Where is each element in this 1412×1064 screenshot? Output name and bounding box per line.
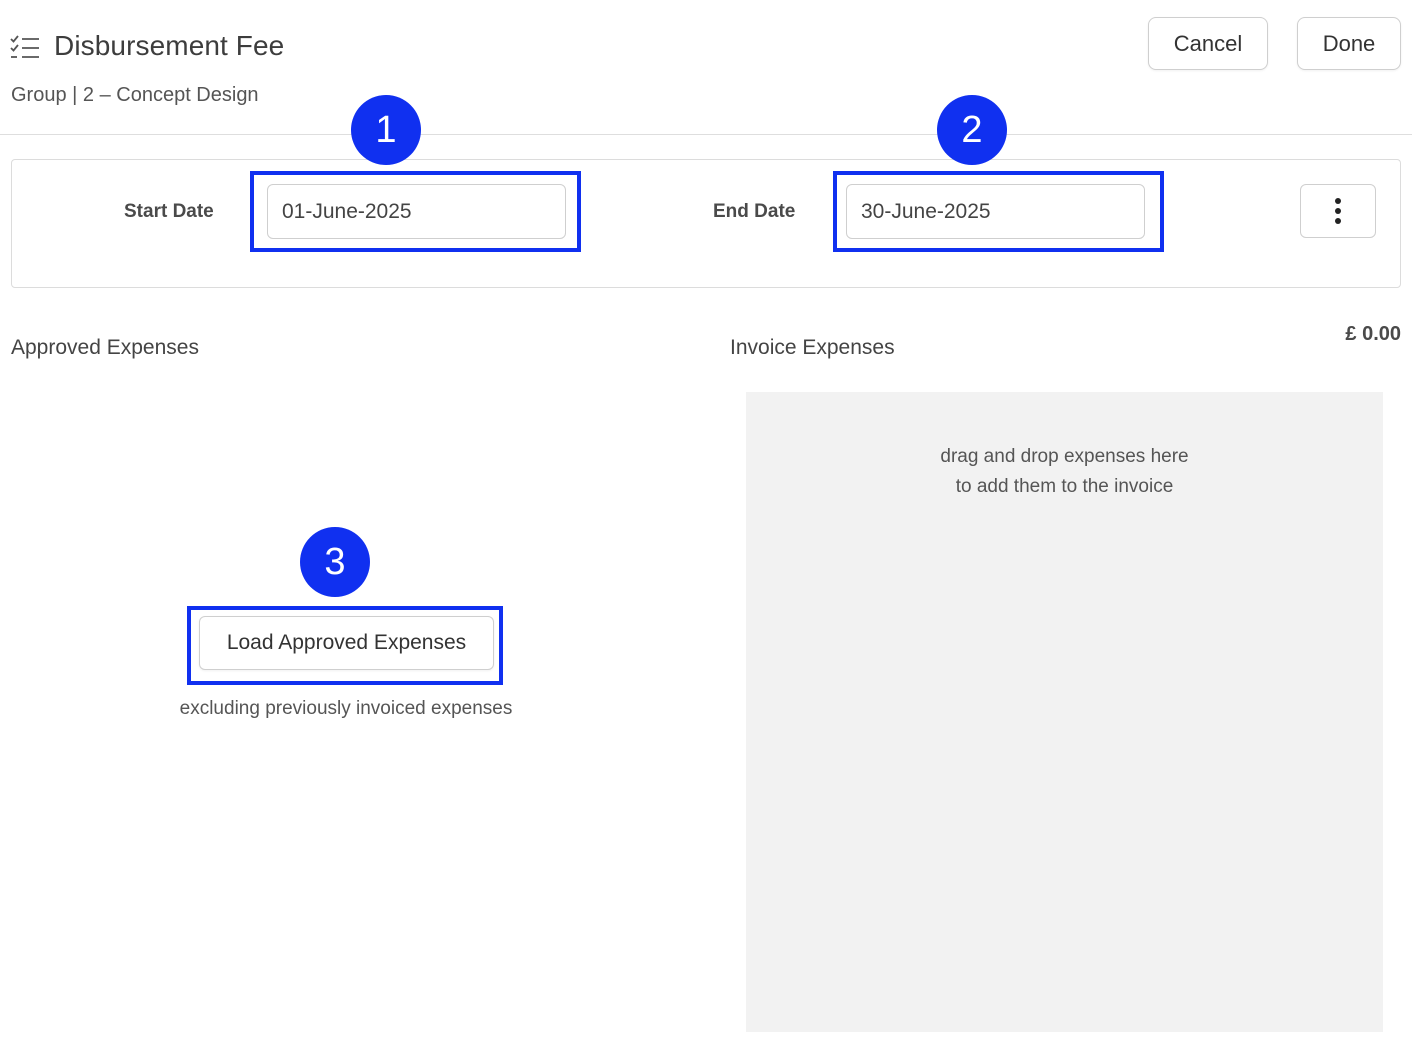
step-badge-2: 2	[937, 95, 1007, 165]
invoice-expenses-title: Invoice Expenses	[730, 336, 895, 359]
vertical-ellipsis-icon	[1335, 198, 1341, 204]
highlight-box-start-date	[250, 171, 581, 252]
page-header: Disbursement Fee Group | 2 – Concept Des…	[0, 0, 1412, 135]
highlight-box-end-date	[833, 171, 1164, 252]
page-title: Disbursement Fee	[54, 30, 285, 61]
more-options-button[interactable]	[1300, 184, 1376, 238]
drop-zone-hint: drag and drop expenses here to add them …	[746, 442, 1383, 502]
step-badge-1: 1	[351, 95, 421, 165]
vertical-ellipsis-icon-dot	[1335, 218, 1341, 224]
done-button[interactable]: Done	[1297, 17, 1401, 70]
breadcrumb: Group | 2 – Concept Design	[11, 84, 259, 106]
load-note: excluding previously invoiced expenses	[179, 698, 513, 719]
approved-expenses-title: Approved Expenses	[11, 336, 199, 359]
drop-hint-line-2: to add them to the invoice	[955, 476, 1174, 497]
highlight-box-load-button	[187, 606, 503, 685]
start-date-label: Start Date	[124, 201, 214, 222]
checklist-icon	[10, 35, 39, 58]
cancel-button[interactable]: Cancel	[1148, 17, 1268, 70]
invoice-drop-zone[interactable]: drag and drop expenses here to add them …	[746, 392, 1383, 1032]
step-badge-3: 3	[300, 527, 370, 597]
invoice-total: £ 0.00	[1345, 323, 1401, 345]
vertical-ellipsis-icon-dot	[1335, 208, 1341, 214]
drop-hint-line-1: drag and drop expenses here	[940, 446, 1189, 467]
end-date-label: End Date	[713, 201, 796, 222]
date-range-panel	[11, 159, 1401, 288]
